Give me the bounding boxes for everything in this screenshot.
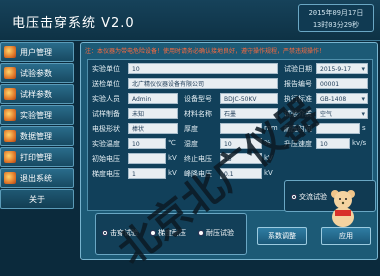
logo-swirl-icon (4, 46, 16, 58)
temperature-input[interactable]: 10 (128, 138, 166, 149)
sidebar-item-sample-params[interactable]: 试样参数 (0, 84, 74, 104)
apply-button[interactable]: 应用 (321, 227, 371, 245)
title-bar: 电压击穿系统 V2.0 2015年09月17日 13时03分29秒 (0, 0, 380, 41)
test-date-picker[interactable]: 2015-9-17 (316, 63, 368, 74)
material-input[interactable]: 石墨 (220, 108, 278, 119)
report-no-input[interactable]: 00001 (316, 78, 368, 89)
coefficient-adjust-button[interactable]: 系数调整 (257, 227, 307, 245)
initial-voltage-label: 初始电压 (92, 155, 120, 163)
sidebar-item-label: 试样参数 (20, 89, 52, 99)
logo-swirl-icon (4, 130, 16, 142)
sidebar-item-label: 用户管理 (20, 47, 52, 57)
mode-label: 击穿试验 (110, 229, 138, 237)
withstand-time-input[interactable] (316, 123, 360, 134)
radio-dot-icon (150, 230, 156, 236)
thickness-input[interactable] (220, 123, 262, 134)
sidebar-item-print-management[interactable]: 打印管理 (0, 147, 74, 167)
temperature-unit: ℃ (168, 139, 176, 147)
model-label: 设备型号 (184, 95, 212, 103)
sidebar: 用户管理 试验参数 试样参数 实验管理 数据管理 打印管理 退出系统 关于 (0, 42, 74, 260)
radio-dot-icon (102, 230, 108, 236)
step-withstand-radio[interactable]: 梯度耐压 (150, 228, 186, 238)
sidebar-item-label: 试验参数 (20, 68, 52, 78)
submit-unit-label: 送检单位 (92, 80, 120, 88)
tester-input[interactable]: Admin (128, 93, 178, 104)
initial-voltage-input[interactable] (128, 153, 166, 164)
test-unit-label: 实验单位 (92, 65, 120, 73)
rise-speed-unit: kv/s (352, 139, 367, 147)
radio-dot-icon (291, 194, 297, 200)
sidebar-item-test-params[interactable]: 试验参数 (0, 63, 74, 83)
withstand-time-unit: s (362, 124, 366, 132)
test-unit-input[interactable]: 10 (128, 63, 278, 74)
humidity-input[interactable]: 10 (220, 138, 262, 149)
final-voltage-unit: kV (264, 154, 273, 162)
report-no-label: 报告编号 (284, 80, 312, 88)
sidebar-item-data-management[interactable]: 数据管理 (0, 126, 74, 146)
ac-test-radio[interactable]: 交流试验 (291, 192, 327, 202)
peak-voltage-label: 峰降电压 (184, 170, 212, 178)
clock-display: 2015年09月17日 13时03分29秒 (298, 4, 374, 32)
standard-label: 执行标准 (284, 95, 312, 103)
sidebar-item-exit[interactable]: 退出系统 (0, 168, 74, 188)
sample-prep-input[interactable]: 未知 (128, 108, 178, 119)
sidebar-item-label: 实验管理 (20, 110, 52, 120)
step-voltage-input[interactable]: 1 (128, 168, 166, 179)
bear-mascot-icon (331, 190, 355, 227)
app-title: 电压击穿系统 V2.0 (12, 16, 135, 31)
submit-unit-input[interactable]: 北广精仪仪器设备有限公司 (128, 78, 278, 89)
logo-swirl-icon (4, 172, 16, 184)
logo-swirl-icon (4, 109, 16, 121)
withstand-time-label: 耐压时间 (284, 125, 312, 133)
peak-voltage-unit: kV (264, 169, 273, 177)
mode-label: 耐压试验 (206, 229, 234, 237)
final-voltage-input[interactable]: 15 (220, 153, 262, 164)
sidebar-item-label: 打印管理 (20, 152, 52, 162)
sidebar-item-experiment-management[interactable]: 实验管理 (0, 105, 74, 125)
sidebar-item-label: 退出系统 (20, 173, 52, 183)
withstand-test-radio[interactable]: 耐压试验 (198, 228, 234, 238)
standard-select[interactable]: GB-1408 (316, 93, 368, 104)
medium-label: 试验介质 (284, 110, 312, 118)
electrode-input[interactable]: 棒状 (128, 123, 178, 134)
medium-select[interactable]: 空气 (316, 108, 368, 119)
logo-swirl-icon (4, 67, 16, 79)
humidity-label: 湿度 (184, 140, 198, 148)
sidebar-item-label: 关于 (29, 194, 45, 204)
step-voltage-unit: kV (168, 169, 177, 177)
sample-prep-label: 试样制备 (92, 110, 120, 118)
material-label: 材料名称 (184, 110, 212, 118)
breakdown-test-radio[interactable]: 击穿试验 (102, 228, 138, 238)
peak-voltage-input[interactable]: 0.1 (220, 168, 262, 179)
test-mode-group: 击穿试验 梯度耐压 耐压试验 (95, 213, 247, 255)
warning-banner: 注：本仪器为带电危险设备！使用时请务必确认接地良好，遵守操作规程，严禁违规操作！ (85, 48, 326, 55)
step-voltage-label: 梯度电压 (92, 170, 120, 178)
tester-label: 实验人员 (92, 95, 120, 103)
temperature-label: 实验温度 (92, 140, 120, 148)
initial-voltage-unit: kV (168, 154, 177, 162)
test-date-label: 试验日期 (284, 65, 312, 73)
final-voltage-label: 终止电压 (184, 155, 212, 163)
logo-swirl-icon (4, 151, 16, 163)
mode-label: 梯度耐压 (158, 229, 186, 237)
thickness-unit: mm (264, 124, 278, 132)
clock-date: 2015年09月17日 (308, 9, 364, 17)
logo-swirl-icon (4, 88, 16, 100)
ac-test-label: 交流试验 (299, 193, 327, 201)
sidebar-item-about[interactable]: 关于 (0, 189, 74, 209)
sidebar-item-label: 数据管理 (20, 131, 52, 141)
humidity-unit: % (264, 139, 271, 147)
thickness-label: 厚度 (184, 125, 198, 133)
model-input[interactable]: BDJC-50KV (220, 93, 278, 104)
radio-dot-icon (198, 230, 204, 236)
electrode-label: 电极形状 (92, 125, 120, 133)
sidebar-item-user-management[interactable]: 用户管理 (0, 42, 74, 62)
rise-speed-label: 升压速度 (284, 140, 312, 148)
clock-time: 13时03分29秒 (312, 21, 360, 29)
rise-speed-input[interactable]: 10 (316, 138, 350, 149)
